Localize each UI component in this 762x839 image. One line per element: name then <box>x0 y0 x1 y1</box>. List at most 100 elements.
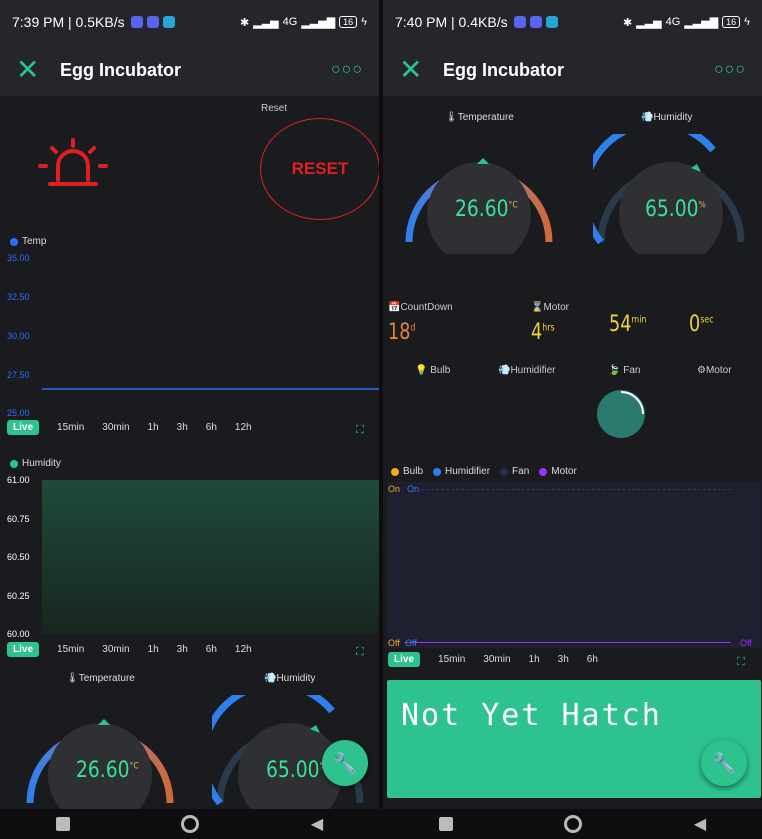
tab-1h[interactable]: 1h <box>148 644 159 655</box>
status-bar: 7:40 PM | 0.4KB/s ✱ ▂▃▅ 4G ▂▃▅▇ 16 ϟ <box>383 0 762 44</box>
app-title: Egg Incubator <box>60 59 181 80</box>
back-icon[interactable]: ◀ <box>311 814 323 834</box>
tab-live[interactable]: Live <box>7 642 40 657</box>
alarm-icon <box>38 138 108 186</box>
lcd-display: Not Yet Hatch <box>387 680 761 798</box>
off-label-motor: Off <box>740 638 752 648</box>
signal-icon-2: ▂▃▅▇ <box>301 16 336 29</box>
more-options-icon[interactable]: ○○○ <box>331 61 363 79</box>
bluetooth-icon: ✱ <box>240 16 250 29</box>
wrench-button[interactable]: 🔧 <box>701 740 747 786</box>
reset-button[interactable]: RESET <box>260 118 379 220</box>
wrench-button[interactable]: 🔧 <box>322 740 368 786</box>
system-icons: ✱ ▂▃▅ 4G ▂▃▅▇ 16 ϟ <box>623 16 750 29</box>
back-icon[interactable]: ◀ <box>694 814 706 834</box>
battery-icon: 16 <box>339 16 358 28</box>
battery-icon: 16 <box>722 16 741 28</box>
hum-ytick: 60.50 <box>7 552 30 562</box>
tab-15min[interactable]: 15min <box>57 422 84 433</box>
close-icon[interactable]: ✕ <box>16 56 50 84</box>
temp-legend-dot <box>10 237 18 246</box>
hum-ytick: 60.00 <box>7 629 30 639</box>
temperature-value: 26.60°C <box>455 197 518 222</box>
expand-icon[interactable]: ⛶ <box>737 656 745 669</box>
humidity-legend: Humidity <box>10 458 61 469</box>
on-label-2: On <box>407 484 420 494</box>
temp-legend-label: Temp <box>22 236 47 247</box>
status-chart-area <box>387 482 761 648</box>
humidity-label: 💨Humidity <box>264 673 316 684</box>
legend-motor: Motor <box>539 466 577 477</box>
home-icon[interactable] <box>564 815 583 833</box>
status-bar: 7:39 PM | 0.5KB/s ✱ ▂▃▅ 4G ▂▃▅▇ 16 ϟ <box>0 0 379 44</box>
signal-icon: ▂▃▅ <box>636 16 662 29</box>
system-icons: ✱ ▂▃▅ 4G ▂▃▅▇ 16 ϟ <box>240 16 367 29</box>
seconds-value: 0sec <box>689 312 714 337</box>
app-title: Egg Incubator <box>443 59 564 80</box>
humidity-legend-dot <box>10 459 18 468</box>
tab-12h[interactable]: 12h <box>235 644 252 655</box>
tab-1h[interactable]: 1h <box>529 654 540 665</box>
status-legend: Bulb Humidifier Fan Motor <box>391 466 577 477</box>
home-icon[interactable] <box>181 815 200 833</box>
legend-humidifier: Humidifier <box>433 466 490 477</box>
tab-30min[interactable]: 30min <box>102 644 129 655</box>
temp-ytick: 30.00 <box>7 331 30 341</box>
fan-indicator <box>597 390 645 438</box>
expand-icon[interactable]: ⛶ <box>356 646 364 659</box>
nav-bar: ◀ <box>383 809 762 839</box>
wrench-icon: 🔧 <box>332 752 358 775</box>
tab-live[interactable]: Live <box>7 420 40 435</box>
humidity-gauge <box>593 134 745 254</box>
app-bar: ✕ Egg Incubator ○○○ <box>383 44 762 96</box>
recent-apps-icon[interactable] <box>55 817 70 831</box>
close-icon[interactable]: ✕ <box>399 56 433 84</box>
humidity-value: 65.00% <box>266 758 327 783</box>
hours-value: 4hrs <box>531 320 555 345</box>
hum-ytick: 61.00 <box>7 475 30 485</box>
days-value: 18d <box>388 320 416 345</box>
tab-3h[interactable]: 3h <box>558 654 569 665</box>
right-screen: 7:40 PM | 0.4KB/s ✱ ▂▃▅ 4G ▂▃▅▇ 16 ϟ ✕ E… <box>383 0 762 839</box>
tab-6h[interactable]: 6h <box>587 654 598 665</box>
reset-label: Reset <box>261 103 288 114</box>
status-time: 7:39 PM | 0.5KB/s <box>12 14 125 30</box>
humidity-legend-label: Humidity <box>22 458 61 469</box>
motor-countdown-label: ⌛Motor <box>531 302 570 313</box>
tab-3h[interactable]: 3h <box>177 422 188 433</box>
notification-icons <box>513 16 558 28</box>
temperature-value: 26.60°C <box>76 758 139 783</box>
charging-icon: ϟ <box>744 16 750 28</box>
humidity-value: 65.00% <box>645 197 706 222</box>
more-options-icon[interactable]: ○○○ <box>714 61 746 79</box>
notification-icons <box>130 16 175 28</box>
tab-live[interactable]: Live <box>388 652 421 667</box>
tab-15min[interactable]: 15min <box>438 654 465 665</box>
off-label-2: Off <box>405 638 417 648</box>
app-bar: ✕ Egg Incubator ○○○ <box>0 44 379 96</box>
tab-30min[interactable]: 30min <box>483 654 510 665</box>
countdown-label: 📅CountDown <box>388 302 453 313</box>
status-time-tabs: Live 15min 30min 1h 3h 6h <box>388 652 598 667</box>
expand-icon[interactable]: ⛶ <box>356 424 364 437</box>
legend-bulb: Bulb <box>391 466 423 477</box>
recent-apps-icon[interactable] <box>438 817 453 831</box>
temp-ytick: 27.50 <box>7 370 30 380</box>
tab-6h[interactable]: 6h <box>206 422 217 433</box>
humidity-chart <box>42 480 379 634</box>
tab-6h[interactable]: 6h <box>206 644 217 655</box>
temp-ytick: 25.00 <box>7 408 30 418</box>
temperature-label: 🌡Temperature <box>445 112 514 123</box>
signal-icon: ▂▃▅ <box>253 16 279 29</box>
tab-1h[interactable]: 1h <box>148 422 159 433</box>
bulb-status-label: 💡 Bulb <box>415 365 451 376</box>
network-label: 4G <box>665 16 681 28</box>
charging-icon: ϟ <box>361 16 367 28</box>
tab-15min[interactable]: 15min <box>57 644 84 655</box>
humidity-time-tabs: Live 15min 30min 1h 3h 6h 12h <box>7 642 252 657</box>
tab-3h[interactable]: 3h <box>177 644 188 655</box>
minutes-value: 54min <box>609 312 647 337</box>
tab-30min[interactable]: 30min <box>102 422 129 433</box>
wrench-icon: 🔧 <box>711 752 737 775</box>
tab-12h[interactable]: 12h <box>235 422 252 433</box>
